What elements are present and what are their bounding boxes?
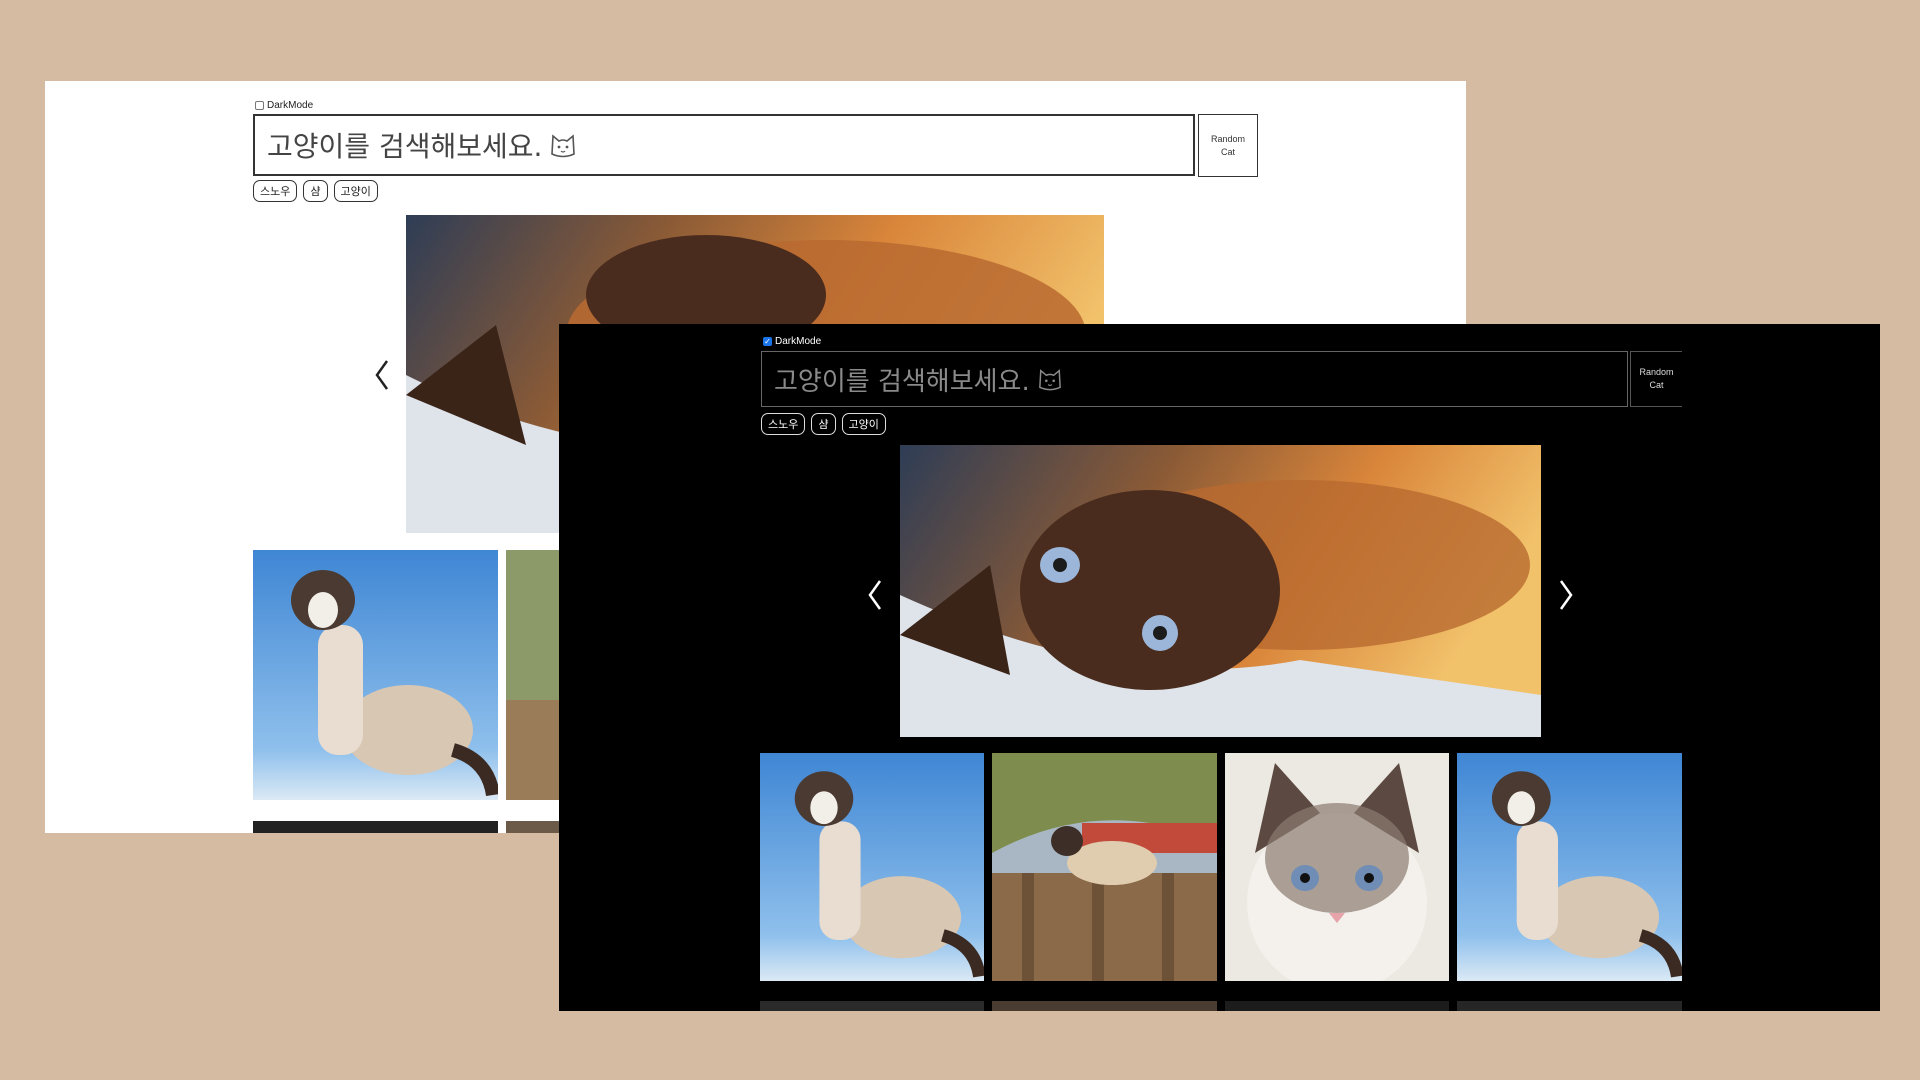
keyword-history: 스노우 샴 고양이 xyxy=(253,180,378,202)
search-input[interactable]: 고양이를 검색해보세요. xyxy=(761,351,1628,407)
search-placeholder: 고양이를 검색해보세요. xyxy=(267,130,543,163)
darkmode-toggle[interactable]: DarkMode xyxy=(255,100,313,111)
darkmode-checkbox[interactable]: ✓ xyxy=(763,337,772,346)
random-cat-button[interactable]: Random Cat xyxy=(1630,351,1682,407)
thumbnail-row-partial xyxy=(506,821,566,833)
darkmode-label: DarkMode xyxy=(267,100,314,111)
keyword-chip[interactable]: 고양이 xyxy=(841,413,886,435)
random-cat-button[interactable]: Random Cat xyxy=(1198,114,1258,177)
cat-thumbnail[interactable] xyxy=(992,753,1217,981)
carousel-image xyxy=(900,445,1541,737)
darkmode-label: DarkMode xyxy=(775,336,822,347)
thumbnail-row-partial xyxy=(253,821,498,833)
keyword-chip[interactable]: 스노우 xyxy=(253,180,298,202)
keyword-history: 스노우 샴 고양이 xyxy=(761,413,886,435)
cat-thumbnail[interactable] xyxy=(506,550,566,800)
chevron-left-icon[interactable] xyxy=(862,575,888,615)
search-input[interactable]: 고양이를 검색해보세요. xyxy=(253,114,1195,176)
keyword-chip[interactable]: 스노우 xyxy=(761,413,806,435)
search-placeholder: 고양이를 검색해보세요. xyxy=(774,366,1030,397)
keyword-chip[interactable]: 샴 xyxy=(811,413,836,435)
cat-face-icon xyxy=(1036,367,1064,391)
darkmode-toggle[interactable]: ✓ DarkMode xyxy=(763,336,821,347)
cat-thumbnail[interactable] xyxy=(760,753,984,981)
dark-mode-window: ✓ DarkMode 고양이를 검색해보세요. Random Cat 스노우 샴… xyxy=(559,324,1880,1011)
chevron-right-icon[interactable] xyxy=(1553,575,1579,615)
thumbnail-row-partial xyxy=(992,1001,1217,1011)
thumbnail-row-partial xyxy=(1457,1001,1682,1011)
cat-thumbnail[interactable] xyxy=(1225,753,1449,981)
keyword-chip[interactable]: 샴 xyxy=(303,180,328,202)
thumbnail-row-partial xyxy=(1225,1001,1449,1011)
cat-thumbnail[interactable] xyxy=(1457,753,1682,981)
cat-thumbnail[interactable] xyxy=(253,550,498,800)
thumbnail-row-partial xyxy=(760,1001,984,1011)
darkmode-checkbox[interactable] xyxy=(255,101,264,110)
cat-face-icon xyxy=(548,132,578,158)
chevron-left-icon[interactable] xyxy=(369,355,395,395)
keyword-chip[interactable]: 고양이 xyxy=(333,180,378,202)
